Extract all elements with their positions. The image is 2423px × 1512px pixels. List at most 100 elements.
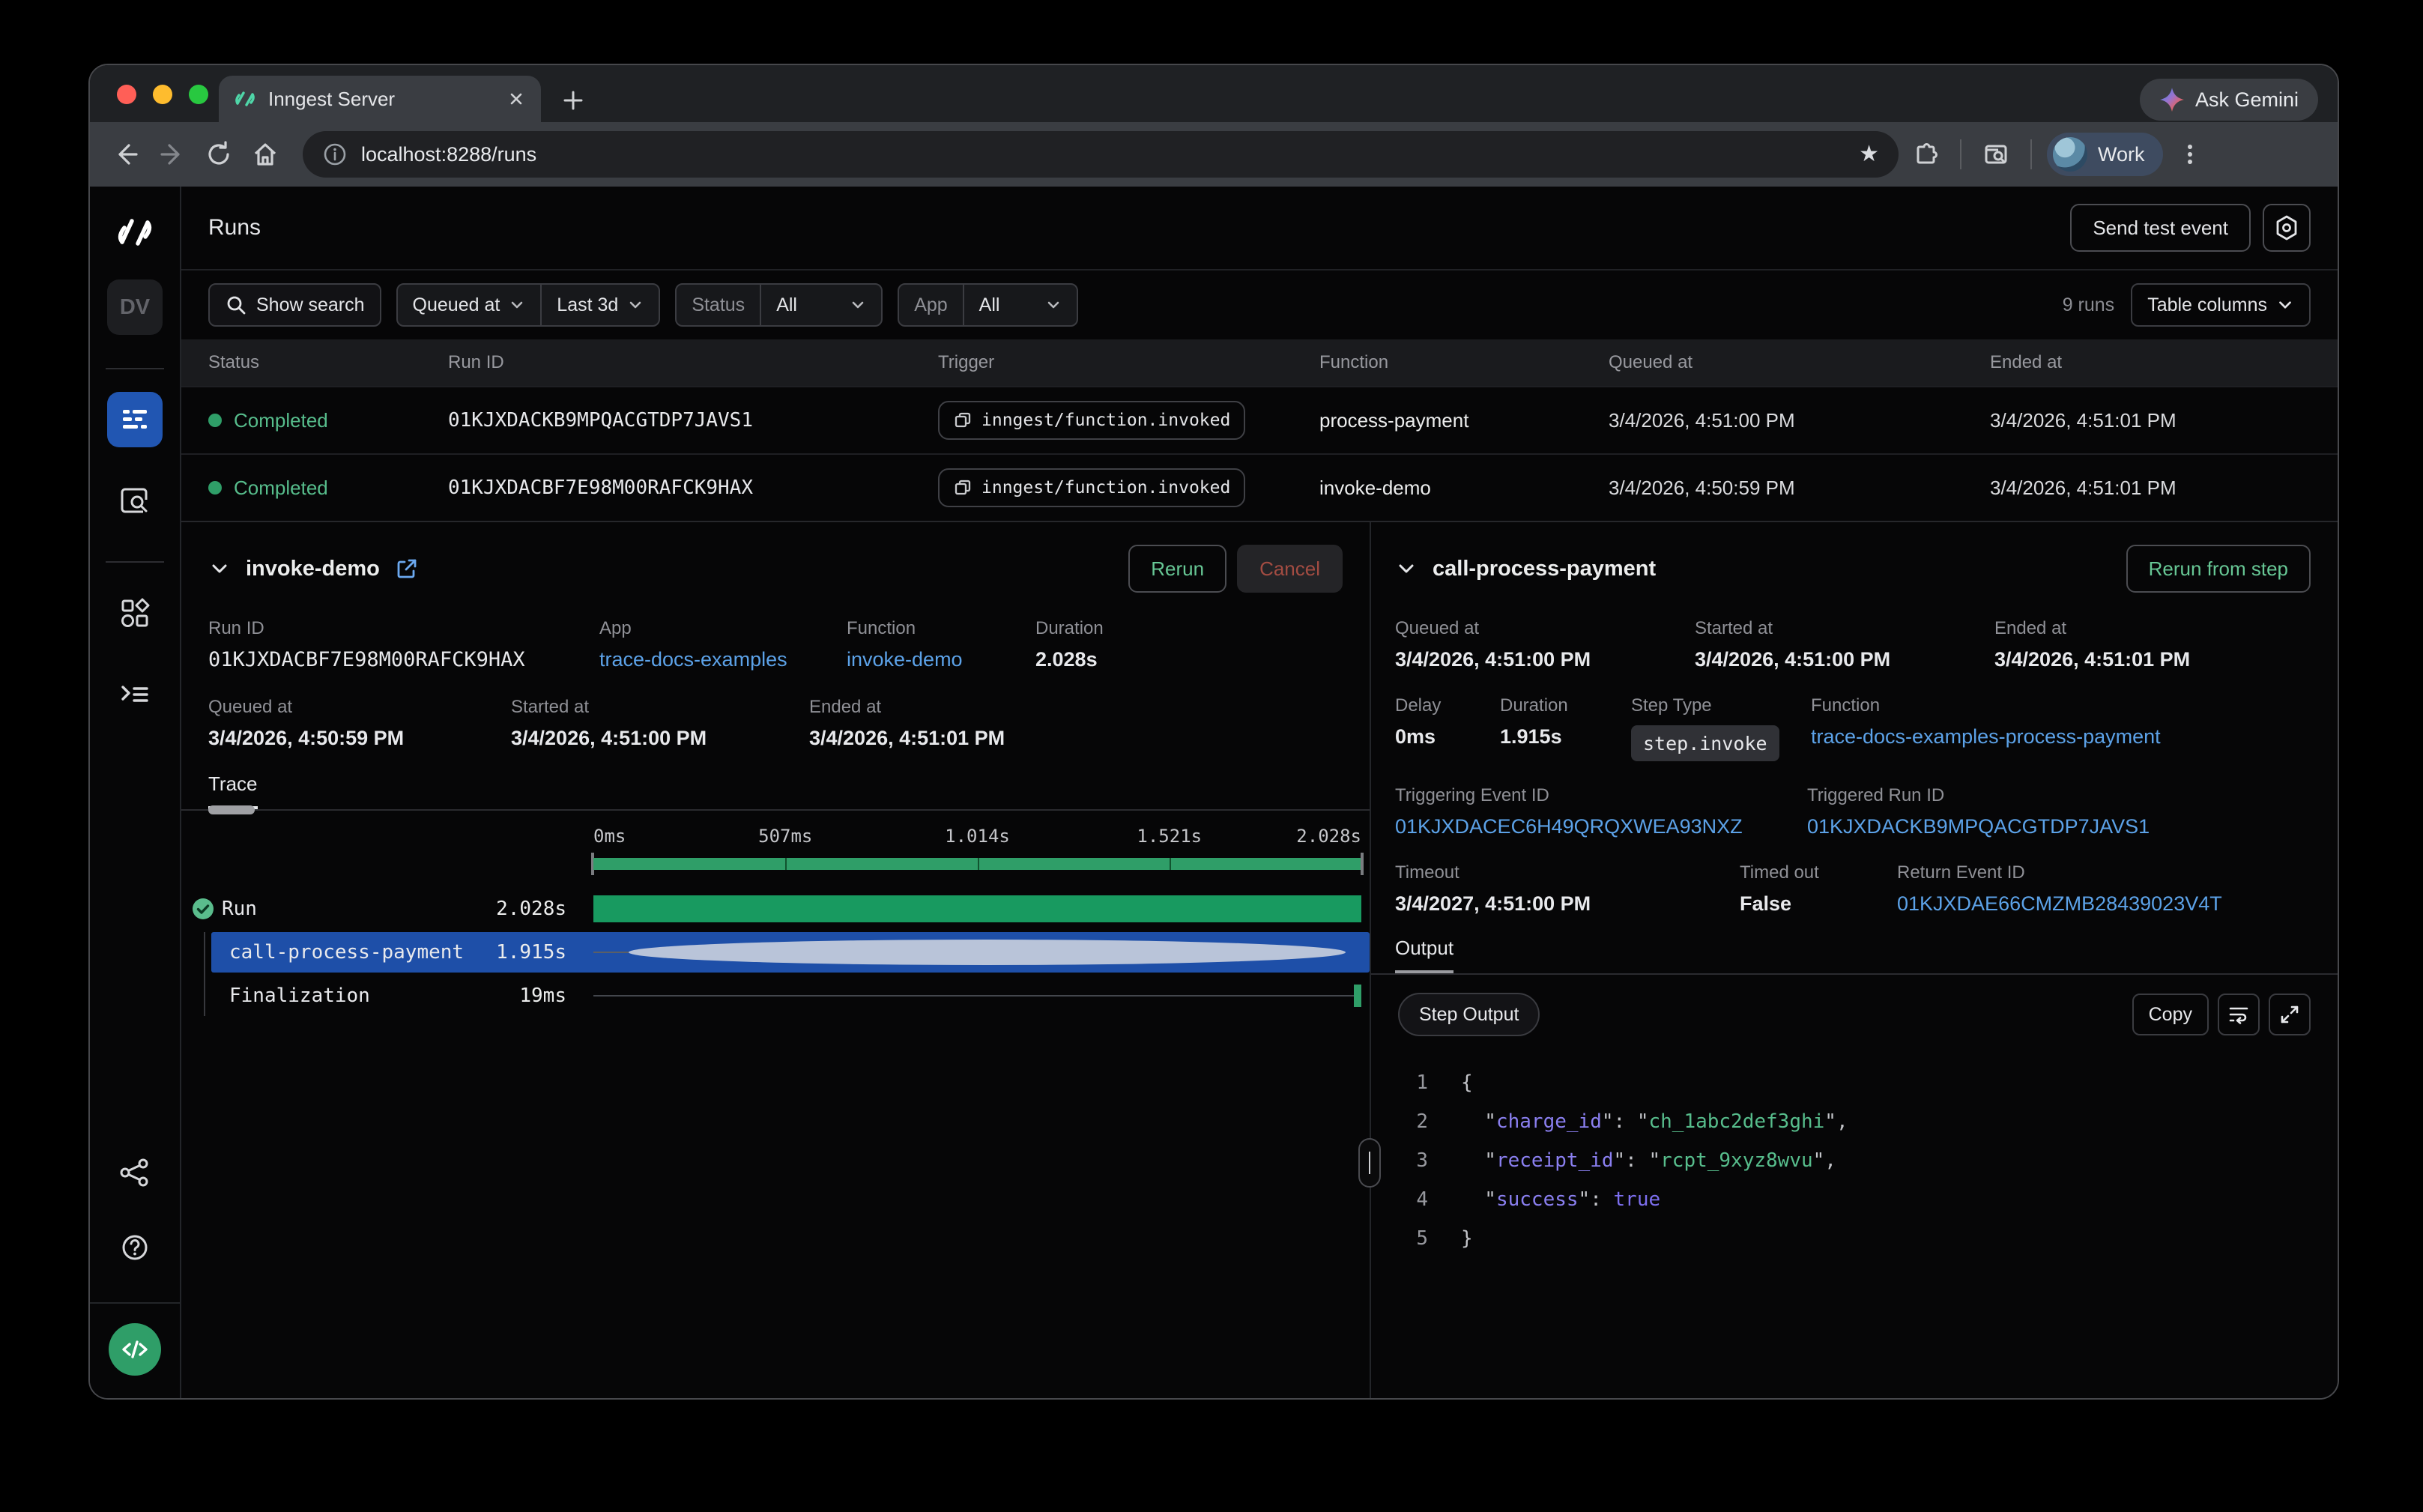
panel-resize-handle[interactable] — [1358, 1138, 1381, 1188]
return-event-id-label: Return Event ID — [1897, 862, 2222, 883]
triggered-run-id-link[interactable]: 01KJXDACKB9MPQACGTDP7JAVS1 — [1807, 815, 2150, 838]
table-row[interactable]: Completed 01KJXDACKB9MPQACGTDP7JAVS1 inn… — [181, 386, 2338, 453]
step-output-button[interactable]: Step Output — [1398, 993, 1540, 1036]
sidebar-item-runs[interactable] — [107, 392, 163, 447]
profile-name: Work — [2098, 143, 2145, 166]
function-link[interactable]: invoke-demo — [847, 648, 1035, 671]
table-row[interactable]: Completed 01KJXDACBF7E98M00RAFCK9HAX inn… — [181, 453, 2338, 521]
sidebar-item-functions[interactable] — [107, 666, 163, 722]
wrap-text-button[interactable] — [2218, 994, 2260, 1035]
status-filter-dropdown[interactable]: All — [761, 285, 881, 325]
workspace-badge[interactable]: DV — [107, 279, 163, 335]
copy-button[interactable]: Copy — [2132, 994, 2209, 1035]
settings-button[interactable] — [2263, 204, 2311, 252]
delay-label: Delay — [1395, 695, 1500, 716]
ended-at-label: Ended at — [1994, 618, 2190, 639]
sidebar-divider — [106, 368, 164, 369]
reload-button[interactable] — [199, 135, 238, 174]
browser-tab[interactable]: Inngest Server — [219, 76, 541, 122]
new-tab-button[interactable] — [560, 88, 586, 113]
return-event-id-link[interactable]: 01KJXDAE66CMZMB28439023V4T — [1897, 892, 2222, 916]
address-bar[interactable]: localhost:8288/runs ★ — [303, 131, 1899, 178]
time-filter-group: Queued at Last 3d — [396, 283, 661, 327]
tab-trace[interactable]: Trace — [208, 772, 258, 809]
collapse-chevron-icon[interactable] — [208, 557, 231, 580]
dev-code-button[interactable] — [109, 1323, 161, 1376]
trigger-badge[interactable]: inngest/function.invoked — [938, 468, 1245, 507]
time-range-label: Last 3d — [557, 294, 618, 316]
close-window-button[interactable] — [117, 85, 136, 104]
column-header-trigger: Trigger — [938, 352, 1319, 373]
span-bar[interactable] — [1354, 985, 1361, 1007]
collapse-chevron-icon[interactable] — [1395, 557, 1418, 580]
show-search-label: Show search — [256, 294, 365, 316]
browser-menu-icon[interactable] — [2171, 135, 2209, 174]
app-link[interactable]: trace-docs-examples — [599, 648, 847, 671]
rerun-button[interactable]: Rerun — [1128, 545, 1226, 593]
show-search-button[interactable]: Show search — [208, 283, 381, 327]
profile-chip[interactable]: Work — [2047, 133, 2163, 176]
expand-button[interactable] — [2269, 994, 2311, 1035]
started-at-label: Started at — [1695, 618, 1994, 639]
sidebar-item-apps[interactable] — [107, 585, 163, 641]
function-label: Function — [1811, 695, 2161, 716]
external-link-icon[interactable] — [395, 557, 419, 581]
tab-close-icon[interactable] — [506, 89, 526, 109]
avatar — [2053, 137, 2087, 172]
tab-search-icon[interactable] — [1976, 135, 2015, 174]
send-test-event-button[interactable]: Send test event — [2070, 204, 2251, 252]
span-bar[interactable] — [593, 895, 1361, 922]
function-link[interactable]: trace-docs-examples-process-payment — [1811, 725, 2161, 749]
span-connector — [593, 952, 629, 953]
minimap-separator — [785, 858, 787, 870]
site-info-icon[interactable] — [322, 142, 348, 167]
rerun-from-step-button[interactable]: Rerun from step — [2126, 545, 2311, 593]
axis-tick: 1.014s — [945, 826, 1010, 847]
ask-gemini-label: Ask Gemini — [2195, 88, 2299, 112]
url-text[interactable]: localhost:8288/runs — [361, 143, 1845, 166]
search-icon — [225, 294, 247, 316]
sidebar-item-events[interactable] — [107, 473, 163, 528]
timeline-minimap[interactable] — [593, 853, 1361, 875]
column-header-run-id: Run ID — [448, 352, 938, 373]
zoom-window-button[interactable] — [189, 85, 208, 104]
code-text: "charge_id": "ch_1abc2def3ghi", — [1461, 1102, 1848, 1141]
queued-at-label: Queued at — [208, 697, 511, 718]
run-id-cell: 01KJXDACBF7E98M00RAFCK9HAX — [448, 477, 938, 499]
time-field-dropdown[interactable]: Queued at — [398, 285, 541, 325]
tab-output[interactable]: Output — [1395, 937, 1454, 973]
share-feedback-icon[interactable] — [107, 1145, 163, 1200]
ended-at-value: 3/4/2026, 4:51:01 PM — [1994, 648, 2190, 671]
extensions-icon[interactable] — [1906, 135, 1945, 174]
table-columns-dropdown[interactable]: Table columns — [2131, 283, 2311, 327]
home-button[interactable] — [246, 135, 285, 174]
code-text: "receipt_id": "rcpt_9xyz8wvu", — [1461, 1141, 1836, 1180]
main-content: Runs Send test event — [181, 187, 2338, 1398]
forward-button[interactable] — [153, 135, 192, 174]
back-button[interactable] — [106, 135, 145, 174]
trigger-badge[interactable]: inngest/function.invoked — [938, 401, 1245, 440]
step-output-code[interactable]: 1{ 2 "charge_id": "ch_1abc2def3ghi", 3 "… — [1371, 1063, 2338, 1398]
cancel-button[interactable]: Cancel — [1237, 545, 1343, 593]
minimize-window-button[interactable] — [153, 85, 172, 104]
step-type-label: Step Type — [1631, 695, 1811, 716]
trace-row-call-process-payment[interactable]: call-process-payment 1.915s — [181, 932, 1370, 973]
line-number: 4 — [1398, 1180, 1428, 1219]
event-copy-icon — [953, 478, 972, 498]
chevron-down-icon — [627, 297, 644, 313]
chevron-down-icon — [2276, 296, 2294, 314]
ask-gemini-button[interactable]: Ask Gemini — [2140, 79, 2318, 121]
triggering-event-id-link[interactable]: 01KJXDACEC6H49QRQXWEA93NXZ — [1395, 815, 1807, 838]
trace-row-run[interactable]: Run 2.028s — [181, 889, 1370, 929]
function-list-icon — [118, 677, 152, 711]
sidebar-footer — [90, 1145, 180, 1398]
bookmark-star-icon[interactable]: ★ — [1859, 143, 1879, 166]
span-bar[interactable] — [629, 940, 1346, 965]
trace-row-finalization[interactable]: Finalization 19ms — [181, 976, 1370, 1016]
queued-at-cell: 3/4/2026, 4:51:00 PM — [1609, 409, 1990, 432]
app-filter-dropdown[interactable]: All — [964, 285, 1077, 325]
help-icon[interactable] — [107, 1220, 163, 1275]
inngest-logo-icon[interactable] — [115, 215, 154, 250]
time-range-dropdown[interactable]: Last 3d — [542, 285, 659, 325]
triggering-event-id-label: Triggering Event ID — [1395, 785, 1807, 806]
